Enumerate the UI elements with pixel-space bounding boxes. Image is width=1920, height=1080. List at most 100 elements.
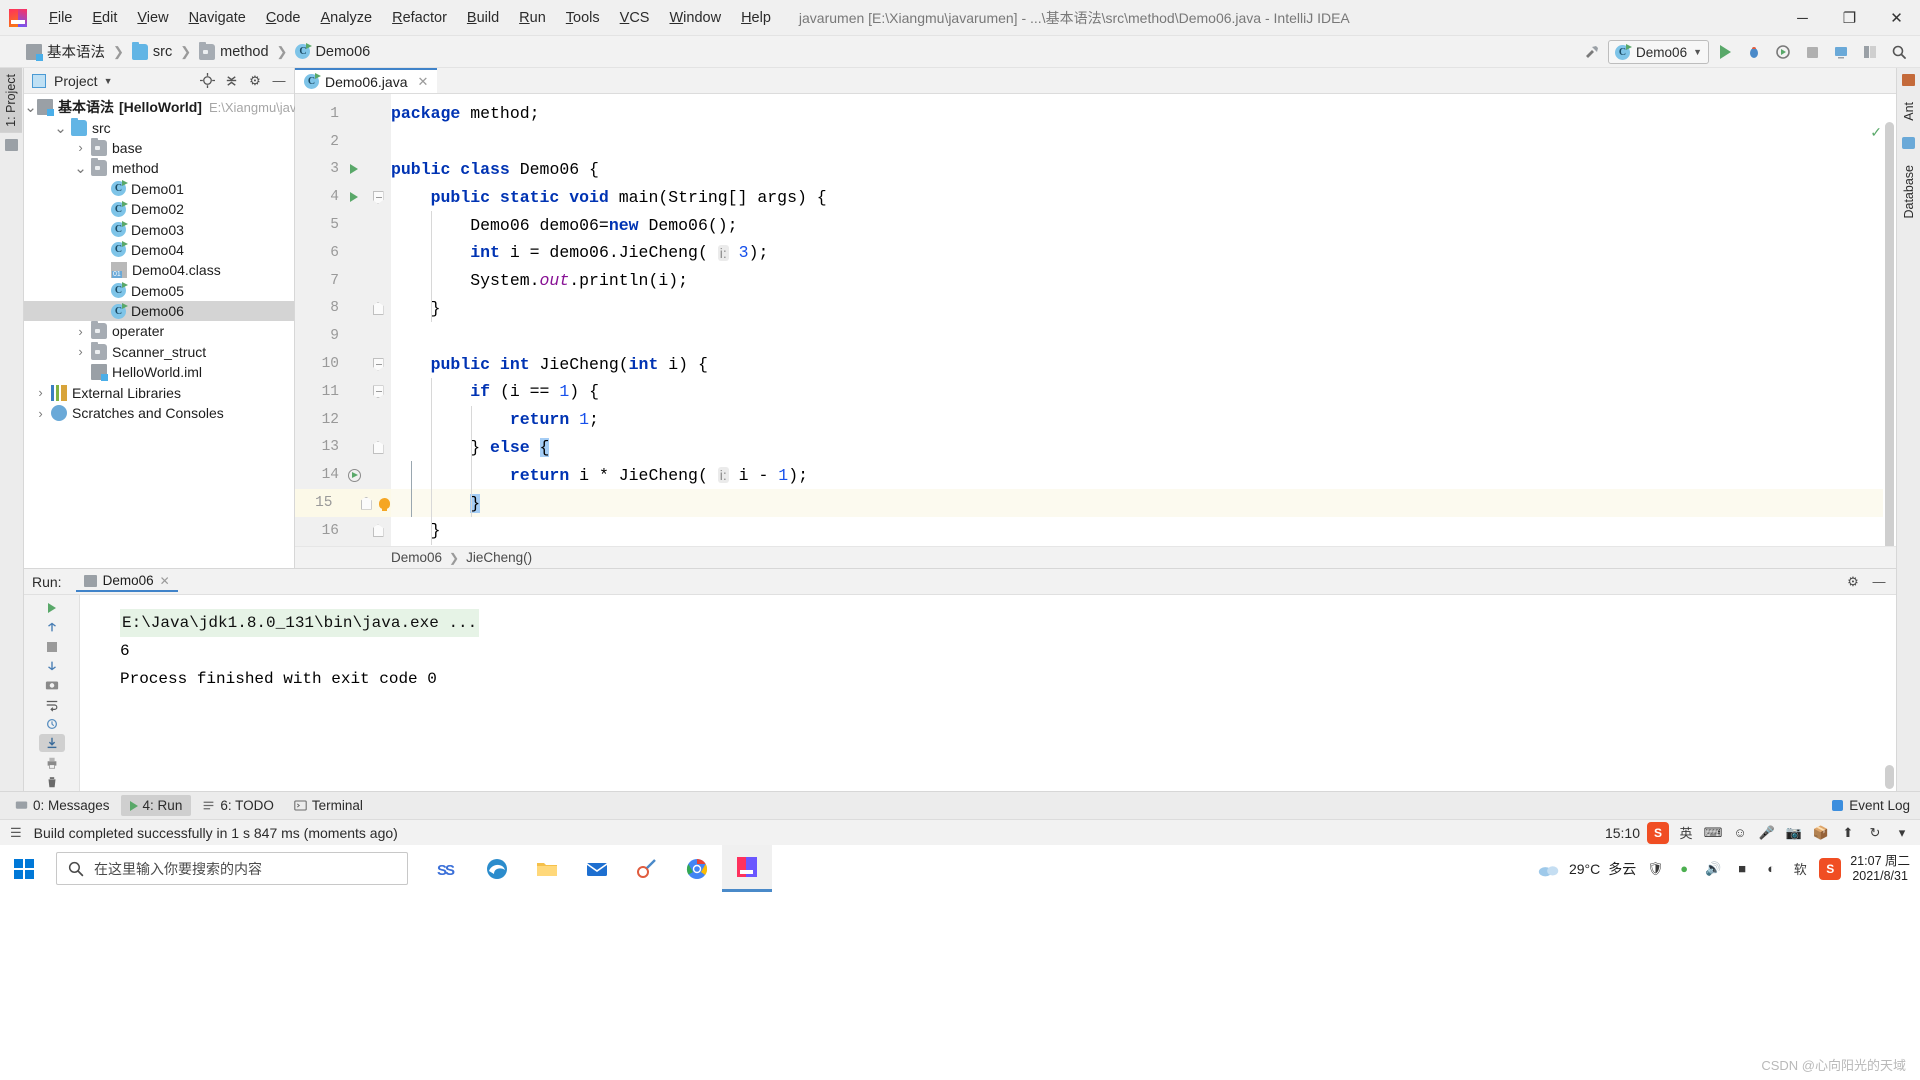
chevron-right-icon[interactable]: › <box>74 140 87 155</box>
database-icon[interactable] <box>1902 136 1915 149</box>
gutter-line-2[interactable]: 2 <box>295 128 391 156</box>
menu-item-build[interactable]: Build <box>457 6 509 30</box>
locate-icon[interactable] <box>196 70 218 92</box>
hammer-build-icon[interactable] <box>1579 39 1605 65</box>
tree-node-Demo04.class[interactable]: 01 Demo04.class <box>24 260 294 280</box>
code-line-2[interactable] <box>391 128 1896 156</box>
print-icon[interactable] <box>39 753 65 771</box>
gutter-line-1[interactable]: 1 <box>295 100 391 128</box>
tool-icon[interactable] <box>622 845 672 892</box>
gutter-run-area[interactable] <box>343 468 365 482</box>
arrow-up-icon[interactable]: ⬆ <box>1838 823 1858 843</box>
taskbar-search-box[interactable]: 在这里输入你要搜索的内容 <box>56 852 408 885</box>
photo-icon[interactable]: 📷 <box>1784 823 1804 843</box>
weather-widget[interactable]: 29°C 多云 <box>1537 859 1636 879</box>
breadcrumb-class[interactable]: Demo06 <box>391 550 442 565</box>
layout-settings-icon[interactable] <box>1857 39 1883 65</box>
lang-chinese-icon[interactable]: 英 <box>1676 823 1696 843</box>
run-configuration-selector[interactable]: C Demo06 ▼ <box>1608 40 1709 64</box>
tab-todo[interactable]: 6: TODO <box>193 795 283 816</box>
tree-node-base[interactable]: › base <box>24 137 294 158</box>
run-tab-demo06[interactable]: Demo06 ✕ <box>75 571 178 592</box>
tree-node-External Libraries[interactable]: › External Libraries <box>24 382 294 402</box>
code-line-12[interactable]: return 1; <box>391 406 1896 434</box>
tree-node-Demo01[interactable]: C Demo01 <box>24 179 294 199</box>
menu-item-vcs[interactable]: VCS <box>610 6 660 30</box>
tab-demo06-java[interactable]: C Demo06.java ✕ <box>295 68 438 93</box>
wifi-icon[interactable]: ◐ <box>1761 859 1781 879</box>
stop-icon[interactable] <box>1799 39 1825 65</box>
tree-node-operater[interactable]: › operater <box>24 321 294 341</box>
console-output[interactable]: E:\Java\jdk1.8.0_131\bin\java.exe ... 6 Pr… <box>80 595 1882 791</box>
gutter-line-14[interactable]: 14 <box>295 461 391 489</box>
code-line-11[interactable]: if (i == 1) { <box>391 378 1896 406</box>
gutter-line-4[interactable]: 4 <box>295 183 391 211</box>
gutter-fold-area[interactable] <box>365 440 391 454</box>
breadcrumb-item-基本语法[interactable]: 基本语法 <box>22 39 109 64</box>
sidebar-item-ant[interactable]: Ant <box>1898 96 1920 127</box>
code-line-3[interactable]: public class Demo06 { <box>391 156 1896 184</box>
gutter-fold-area[interactable] <box>365 524 391 538</box>
code-line-4[interactable]: public static void main(String[] args) { <box>391 183 1896 211</box>
settings-gear-icon[interactable]: ⚙ <box>1842 571 1864 593</box>
menu-item-view[interactable]: View <box>127 6 178 30</box>
editor-gutter[interactable]: 1234567891011121314151617 <box>295 94 391 568</box>
code-editor[interactable]: 1234567891011121314151617 package method… <box>295 94 1896 568</box>
editor-vertical-scrollbar[interactable] <box>1883 120 1896 568</box>
code-line-15[interactable]: } <box>391 489 1896 517</box>
menu-item-analyze[interactable]: Analyze <box>311 6 383 30</box>
fold-end-icon[interactable] <box>372 524 384 538</box>
fold-collapse-icon[interactable] <box>372 357 384 371</box>
gutter-fold-area[interactable] <box>365 385 391 399</box>
run-icon[interactable] <box>1712 39 1738 65</box>
code-line-13[interactable]: } else { <box>391 434 1896 462</box>
run-gutter-icon[interactable] <box>350 164 358 175</box>
gutter-line-11[interactable]: 11 <box>295 378 391 406</box>
gutter-line-16[interactable]: 16 <box>295 517 391 545</box>
camera-icon[interactable] <box>39 676 65 694</box>
code-line-16[interactable]: } <box>391 517 1896 545</box>
soft-wrap-icon[interactable] <box>39 695 65 713</box>
taskbar-clock[interactable]: 21:07 周二 2021/8/31 <box>1850 854 1910 884</box>
sidebar-item-database[interactable]: Database <box>1898 159 1920 225</box>
console-scrollbar[interactable] <box>1883 595 1896 791</box>
gutter-fold-area[interactable] <box>365 301 391 315</box>
minimize-button[interactable]: ─ <box>1779 0 1826 36</box>
gutter-fold-area[interactable] <box>365 357 391 371</box>
code-line-6[interactable]: int i = demo06.JieCheng( i: 3); <box>391 239 1896 267</box>
green-icon[interactable]: ● <box>1674 859 1694 879</box>
gutter-line-8[interactable]: 8 <box>295 295 391 323</box>
chevron-right-icon[interactable]: › <box>74 324 87 339</box>
tree-node-Demo05[interactable]: C Demo05 <box>24 281 294 301</box>
fold-end-icon[interactable] <box>360 496 372 510</box>
ant-icon[interactable] <box>1902 74 1915 86</box>
scrollbar-thumb[interactable] <box>1885 122 1894 550</box>
breadcrumb-method[interactable]: JieCheng() <box>466 550 532 565</box>
keyboard-icon[interactable]: ⌨ <box>1703 823 1723 843</box>
menu-item-navigate[interactable]: Navigate <box>179 6 256 30</box>
tree-node-Scanner_struct[interactable]: › Scanner_struct <box>24 341 294 362</box>
explorer-icon[interactable] <box>522 845 572 892</box>
breadcrumb-item-Demo06[interactable]: C Demo06 <box>291 42 374 62</box>
tree-node-method[interactable]: ⌄ method <box>24 158 294 178</box>
gutter-line-7[interactable]: 7 <box>295 267 391 295</box>
code-line-9[interactable] <box>391 322 1896 350</box>
menu-item-help[interactable]: Help <box>731 6 781 30</box>
sync-icon[interactable]: ↻ <box>1865 823 1885 843</box>
gutter-line-5[interactable]: 5 <box>295 211 391 239</box>
chevron-right-icon[interactable]: › <box>74 344 87 359</box>
settings-gear-icon[interactable]: ⚙ <box>244 70 266 92</box>
tree-node-src[interactable]: ⌄ src <box>24 117 294 137</box>
menu-item-refactor[interactable]: Refactor <box>382 6 457 30</box>
intellij-icon[interactable] <box>722 845 772 892</box>
intention-bulb-icon[interactable] <box>378 497 390 511</box>
gutter-line-10[interactable]: 10 <box>295 350 391 378</box>
code-lines[interactable]: package method; public class Demo06 { pub… <box>391 94 1896 568</box>
thread-dump-icon[interactable] <box>39 715 65 733</box>
export-icon[interactable] <box>38 734 65 753</box>
tree-node-HelloWorld.iml[interactable]: HelloWorld.iml <box>24 362 294 382</box>
tree-node-基本语法[interactable]: ⌄ 基本语法 [HelloWorld] E:\Xiangmu\java <box>24 97 304 117</box>
tree-node-Demo06[interactable]: C Demo06 <box>24 300 294 322</box>
gutter-fold-area[interactable] <box>355 496 377 510</box>
gutter-line-9[interactable]: 9 <box>295 322 391 350</box>
